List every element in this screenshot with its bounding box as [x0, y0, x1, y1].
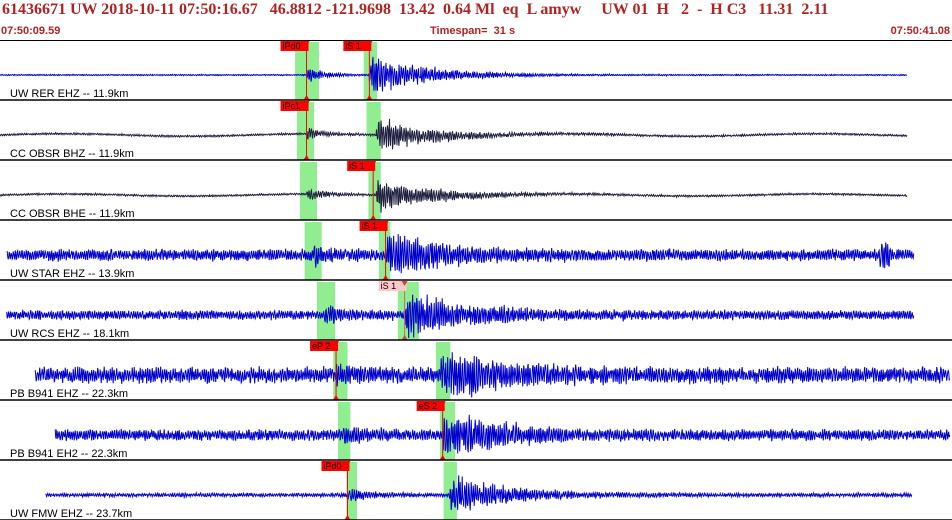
- phase-pick-marker[interactable]: iPd0: [321, 461, 351, 520]
- channel-label: PB B941 EH2 -- 22.3km: [10, 448, 127, 460]
- pick-label: iS 1: [345, 41, 361, 51]
- trace-row[interactable]: iS 1 UW STAR EHZ -- 13.9km: [0, 221, 952, 281]
- pick-label: iPd0: [323, 461, 341, 471]
- waveform: [0, 180, 908, 213]
- waveform: [34, 352, 951, 398]
- channel-label: CC OBSR BHZ -- 11.9km: [10, 148, 134, 160]
- waveform: [6, 294, 915, 339]
- trace-row[interactable]: iPc1 CC OBSR BHZ -- 11.9km: [0, 101, 952, 161]
- waveform: [6, 233, 915, 274]
- channel-label: UW FMW EHZ -- 23.7km: [10, 508, 132, 520]
- pick-label: iS 1: [362, 221, 378, 231]
- channel-label: UW RCS EHZ -- 18.1km: [10, 328, 129, 340]
- trace-row[interactable]: iS 1 CC OBSR BHE -- 11.9km: [0, 161, 952, 221]
- channel-label: CC OBSR BHE -- 11.9km: [10, 208, 135, 220]
- waveform: [0, 118, 908, 150]
- pick-label: iS 1: [381, 281, 397, 291]
- channel-label: PB B941 EHZ -- 22.3km: [10, 388, 128, 400]
- trace-row[interactable]: iPd0 UW FMW EHZ -- 23.7km: [0, 461, 952, 520]
- waveform: [45, 475, 913, 511]
- trace-row[interactable]: eS 2 PB B941 EH2 -- 22.3km: [0, 401, 952, 461]
- pick-label: iPc1: [283, 101, 301, 111]
- waveform: [54, 414, 951, 454]
- channel-label: UW RER EHZ -- 11.9km: [10, 88, 128, 100]
- pick-label: eS 2: [419, 401, 438, 411]
- waveform: [0, 56, 908, 92]
- trace-row[interactable]: iPd0 iS 1 UW RER EHZ -- 11.9km: [0, 41, 952, 101]
- trace-row[interactable]: eP 2 PB B941 EHZ -- 22.3km: [0, 341, 952, 401]
- pick-label: iPd0: [283, 41, 301, 51]
- channel-label: UW STAR EHZ -- 13.9km: [10, 268, 134, 280]
- seismogram-panel[interactable]: iPd0 iS 1 UW RER EHZ -- 11.9km iPc1 CC OBSR …: [0, 0, 952, 520]
- pick-label: iS 1: [349, 161, 365, 171]
- trace-row[interactable]: iS 1 UW RCS EHZ -- 18.1km: [0, 281, 952, 341]
- pick-label: eP 2: [312, 341, 330, 351]
